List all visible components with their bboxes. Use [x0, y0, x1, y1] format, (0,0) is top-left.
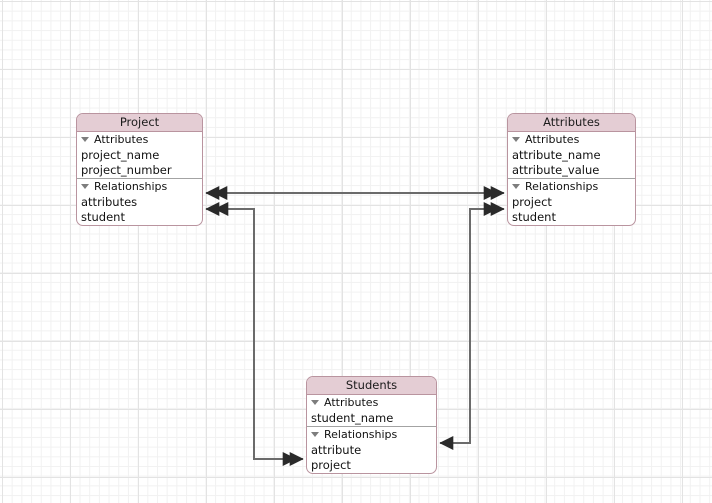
section-attributes-project[interactable]: Attributes	[77, 132, 202, 148]
section-label: Attributes	[94, 133, 149, 146]
connector-attributes-students[interactable]	[439, 202, 505, 450]
diagram-canvas[interactable]: Project Attributes project_name project_…	[0, 0, 712, 503]
field-relationship[interactable]: attributes	[77, 195, 202, 210]
entity-title-attributes: Attributes	[508, 114, 635, 132]
section-attributes-attributes[interactable]: Attributes	[508, 132, 635, 148]
entity-project[interactable]: Project Attributes project_name project_…	[76, 113, 203, 226]
section-relationships-attributes[interactable]: Relationships	[508, 178, 635, 195]
field-attribute[interactable]: attribute_name	[508, 148, 635, 163]
section-label: Relationships	[525, 180, 599, 193]
chevron-down-icon[interactable]	[311, 432, 319, 437]
field-relationship[interactable]: student	[508, 210, 635, 225]
chevron-down-icon[interactable]	[81, 184, 89, 189]
section-label: Attributes	[324, 396, 379, 409]
field-relationship[interactable]: student	[77, 210, 202, 225]
field-relationship[interactable]: project	[307, 458, 436, 473]
section-label: Attributes	[525, 133, 580, 146]
field-relationship[interactable]: attribute	[307, 443, 436, 458]
connector-project-students[interactable]	[206, 209, 304, 466]
field-attribute[interactable]: project_number	[77, 163, 202, 178]
chevron-down-icon[interactable]	[81, 137, 89, 142]
chevron-down-icon[interactable]	[512, 137, 520, 142]
entity-title-project: Project	[77, 114, 202, 132]
chevron-down-icon[interactable]	[311, 400, 319, 405]
field-attribute[interactable]: project_name	[77, 148, 202, 163]
field-attribute[interactable]: attribute_value	[508, 163, 635, 178]
entity-students[interactable]: Students Attributes student_name Relatio…	[306, 376, 437, 474]
entity-attributes[interactable]: Attributes Attributes attribute_name att…	[507, 113, 636, 226]
section-label: Relationships	[324, 428, 398, 441]
section-label: Relationships	[94, 180, 168, 193]
section-relationships-students[interactable]: Relationships	[307, 426, 436, 443]
section-relationships-project[interactable]: Relationships	[77, 178, 202, 195]
field-relationship[interactable]: project	[508, 195, 635, 210]
section-attributes-students[interactable]: Attributes	[307, 395, 436, 411]
field-attribute[interactable]: student_name	[307, 411, 436, 426]
chevron-down-icon[interactable]	[512, 184, 520, 189]
entity-title-students: Students	[307, 377, 436, 395]
